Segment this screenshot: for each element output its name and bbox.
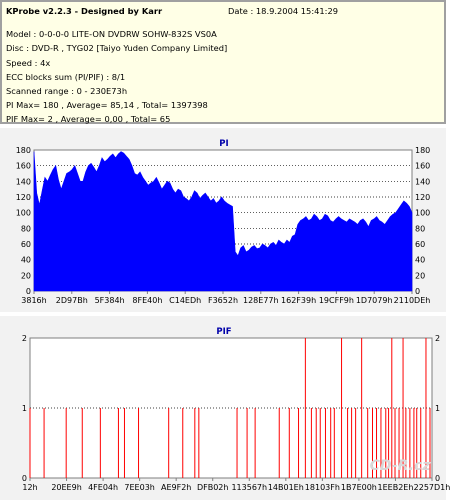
pif-xtick-label: 18103Fh — [305, 483, 340, 492]
pi-xtick-label: 128E77h — [243, 296, 279, 305]
pi-ytick-left: 120 — [16, 193, 31, 202]
kprobe-window: KProbe v2.2.3 - Designed by Karr Date : … — [0, 0, 450, 500]
pi-xtick-label: 162F39h — [281, 296, 316, 305]
pi-ytick-right: 80 — [415, 224, 425, 233]
pi-ytick-left: 160 — [16, 162, 31, 171]
pif-xtick-label: 20EE9h — [51, 483, 81, 492]
pif-ytick-left: 0 — [22, 474, 27, 483]
pif-xtick-label: 113567h — [231, 483, 267, 492]
pi-ytick-left: 140 — [16, 177, 31, 186]
pi-ytick-left: 100 — [16, 209, 31, 218]
pi-ytick-left: 0 — [26, 287, 31, 296]
pi-xtick-label: 2D97Bh — [56, 296, 88, 305]
pif-xtick-label: 4FE04h — [88, 483, 118, 492]
pif-xtick-label: 14B01Eh — [268, 483, 304, 492]
pif-ytick-right: 2 — [435, 334, 440, 343]
pi-xtick-label: 2110DEh — [394, 296, 431, 305]
pi-ytick-right: 60 — [415, 240, 425, 249]
pif-chart-title: PIF — [216, 327, 231, 337]
pi-xtick-label: 8FE40h — [132, 296, 162, 305]
pif-ytick-right: 1 — [435, 404, 440, 413]
pif-xtick-label: 1EEB2Eh — [378, 483, 414, 492]
pi-ytick-left: 180 — [16, 146, 31, 155]
pi-ytick-left: 20 — [21, 271, 31, 280]
pi-ytick-left: 40 — [21, 256, 31, 265]
pif-xtick-label: 7EE03h — [124, 483, 154, 492]
pi-ytick-right: 180 — [415, 146, 430, 155]
pi-xtick-label: 3816h — [21, 296, 46, 305]
pi-ytick-right: 0 — [415, 287, 420, 296]
pif-ytick-left: 2 — [22, 334, 27, 343]
pif-xtick-label: DFB02h — [197, 483, 229, 492]
pi-xtick-label: 5F384h — [95, 296, 125, 305]
pif-xtick-label: 2257D1h — [414, 483, 450, 492]
pi-ytick-right: 120 — [415, 193, 430, 202]
pi-xtick-label: 1D7079h — [356, 296, 393, 305]
charts-canvas: PI PIF 0 020 2040 4060 6080 80100 100120 120140… — [0, 128, 450, 500]
pi-ytick-right: 40 — [415, 256, 425, 265]
watermark-text: CD-R.cz — [370, 458, 432, 474]
pif-ytick-left: 1 — [22, 404, 27, 413]
pi-plot-area: 0 0 20 20 40 40 60 60 80 80 100 100 120 120 140 140 160 1… — [16, 146, 431, 305]
pi-ytick-right: 20 — [415, 271, 425, 280]
pi-ytick-right: 140 — [415, 177, 430, 186]
pi-xtick-label: C14EDh — [169, 296, 201, 305]
pi-xtick-label: 19CFF9h — [319, 296, 354, 305]
pi-ytick-right: 100 — [415, 209, 430, 218]
pif-xtick-label: 12h — [22, 483, 37, 492]
pi-ytick-left: 80 — [21, 224, 31, 233]
pi-ytick-left: 60 — [21, 240, 31, 249]
pi-chart-title: PI — [219, 139, 228, 149]
pif-xtick-label: 1B7E00h — [341, 483, 377, 492]
pi-ytick-right: 160 — [415, 162, 430, 171]
pif-ytick-right: 0 — [435, 474, 440, 483]
pi-xtick-label: F3652h — [208, 296, 238, 305]
pif-xtick-label: AE9F2h — [161, 483, 191, 492]
